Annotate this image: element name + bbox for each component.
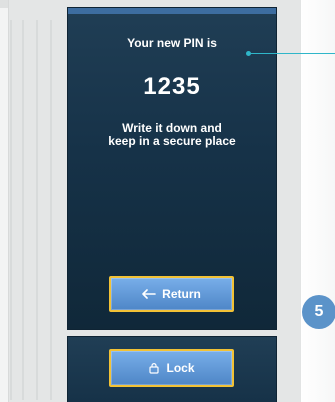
decor-bar	[36, 20, 38, 400]
decor-bar	[50, 20, 52, 400]
pin-result-screen: Your new PIN is 1235 Write it down and k…	[68, 8, 276, 329]
lock-button[interactable]: Lock	[109, 349, 234, 387]
return-button-label: Return	[162, 287, 201, 301]
lock-button-label: Lock	[166, 361, 195, 375]
return-button[interactable]: Return	[109, 276, 234, 312]
decor-bar	[22, 20, 24, 400]
screen-title: Your new PIN is	[127, 36, 217, 50]
arrow-left-icon	[142, 289, 156, 299]
step-badge: 5	[302, 295, 335, 329]
new-pin-value: 1235	[143, 73, 201, 100]
callout-line	[251, 53, 335, 54]
lock-screen: Lock	[68, 337, 276, 402]
right-margin	[300, 0, 335, 402]
pin-instruction-text: Write it down and keep in a secure place	[108, 121, 236, 148]
lock-icon	[148, 362, 160, 374]
left-decorative-bars	[10, 20, 66, 400]
screen-top-bar	[68, 8, 276, 14]
decor-bar	[10, 20, 12, 400]
